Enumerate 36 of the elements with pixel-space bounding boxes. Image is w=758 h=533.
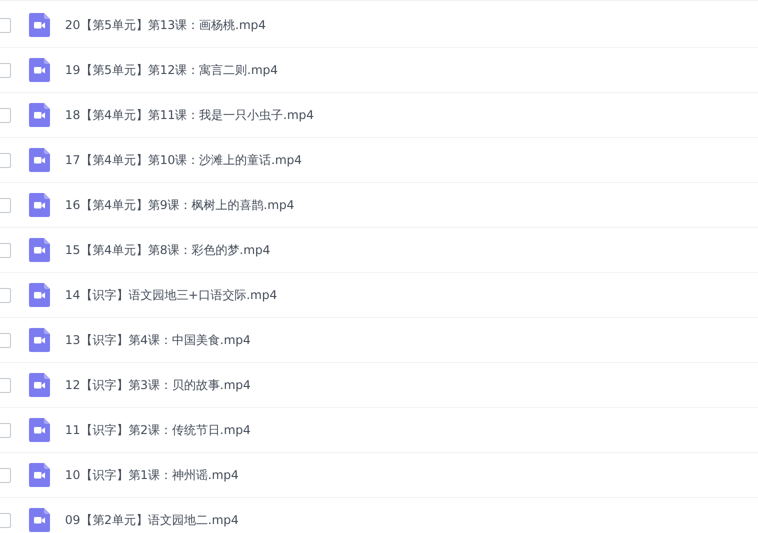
- video-file-icon: [29, 103, 50, 127]
- video-file-icon: [29, 508, 50, 532]
- video-file-icon: [29, 58, 50, 82]
- checkbox[interactable]: [0, 332, 11, 348]
- checkbox[interactable]: [0, 198, 11, 212]
- checkbox[interactable]: [0, 62, 11, 78]
- video-file-icon: [29, 148, 50, 172]
- checkbox[interactable]: [0, 18, 11, 32]
- file-name[interactable]: 14【识字】语文园地三+口语交际.mp4: [65, 286, 278, 304]
- file-name[interactable]: 17【第4单元】第10课：沙滩上的童话.mp4: [65, 152, 302, 168]
- video-file-icon: [29, 13, 50, 37]
- file-name[interactable]: 16【第4单元】第9课：枫树上的喜鹊.mp4: [65, 196, 294, 214]
- checkbox[interactable]: [0, 152, 11, 168]
- file-name[interactable]: 12【识字】第3课：贝的故事.mp4: [65, 376, 251, 394]
- checkbox[interactable]: [0, 108, 11, 122]
- file-name[interactable]: 20【第5单元】第13课：画杨桃.mp4: [65, 16, 266, 34]
- checkbox[interactable]: [0, 422, 11, 438]
- checkbox[interactable]: [0, 288, 11, 302]
- checkbox[interactable]: [0, 242, 11, 258]
- file-name[interactable]: 19【第5单元】第12课：寓言二则.mp4: [65, 62, 278, 78]
- video-file-icon: [29, 463, 50, 487]
- file-name[interactable]: 09【第2单元】语文园地二.mp4: [65, 512, 239, 528]
- video-file-icon: [29, 418, 50, 442]
- file-name[interactable]: 15【第4单元】第8课：彩色的梦.mp4: [65, 242, 270, 258]
- file-name[interactable]: 11【识字】第2课：传统节日.mp4: [65, 422, 251, 438]
- checkbox[interactable]: [0, 468, 11, 482]
- video-file-icon: [29, 238, 50, 262]
- video-file-icon: [29, 193, 50, 217]
- file-name[interactable]: 13【识字】第4课：中国美食.mp4: [65, 332, 251, 348]
- video-file-icon: [29, 373, 50, 397]
- video-file-icon: [29, 283, 50, 307]
- checkbox[interactable]: [0, 512, 11, 528]
- file-name[interactable]: 10【识字】第1课：神州谣.mp4: [65, 466, 239, 484]
- file-name[interactable]: 18【第4单元】第11课：我是一只小虫子.mp4: [65, 106, 314, 124]
- checkbox[interactable]: [0, 378, 11, 392]
- video-file-icon: [29, 328, 50, 352]
